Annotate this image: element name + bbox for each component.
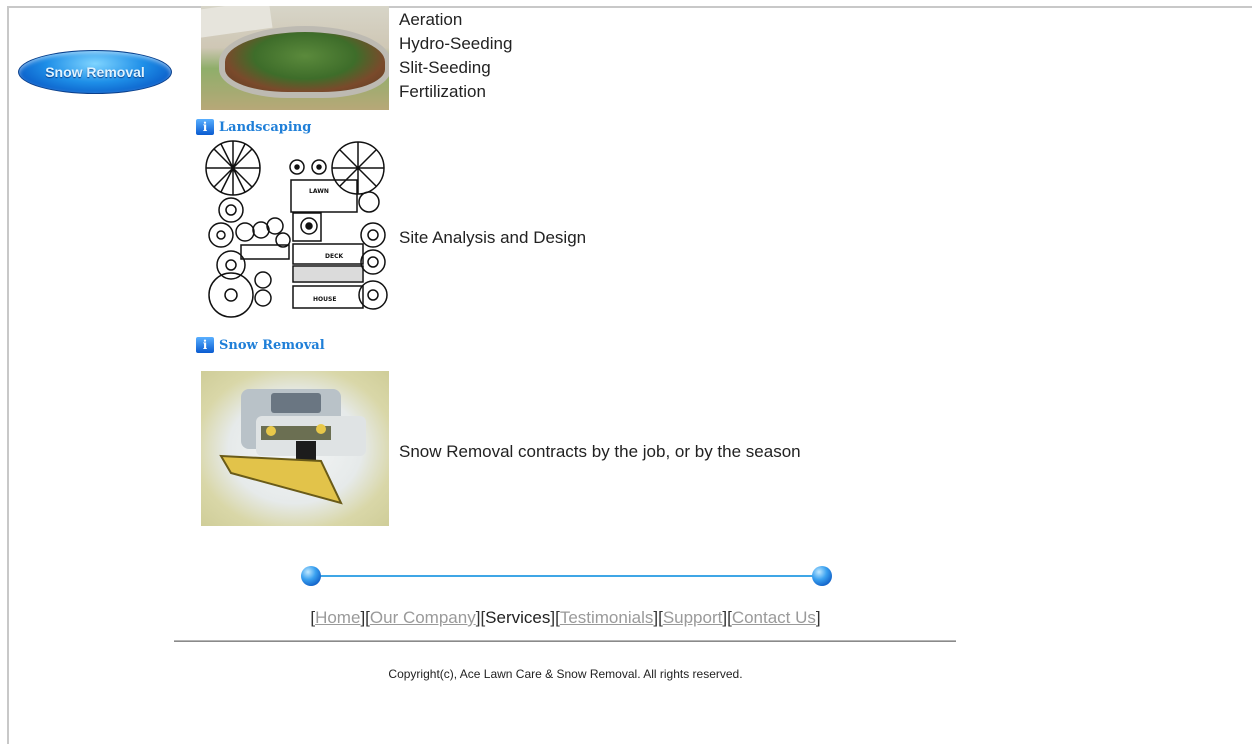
nav-link-testimonials[interactable]: Testimonials: [560, 608, 654, 627]
plan-label-deck: DECK: [325, 253, 343, 260]
snow-plow-truck-image: [201, 371, 389, 526]
nav-link-support[interactable]: Support: [663, 608, 723, 627]
landscape-plan-image: LAWN DECK HOUSE: [201, 140, 389, 330]
nav-current-services: Services: [485, 608, 551, 627]
copyright-text: Copyright(c), Ace Lawn Care & Snow Remov…: [388, 667, 743, 681]
decorative-divider: [311, 575, 822, 577]
garden-bed-image: [201, 6, 389, 110]
landscaping-description: Site Analysis and Design: [399, 228, 587, 247]
footer-nav: [Home][Our Company][Services][Testimonia…: [310, 608, 821, 627]
snow-removal-heading[interactable]: i Snow Removal: [196, 337, 325, 353]
blue-ball-icon: [812, 566, 832, 586]
nav-link-contact-us[interactable]: Contact Us: [732, 608, 816, 627]
info-icon: i: [196, 119, 214, 135]
snow-removal-description: Snow Removal contracts by the job, or by…: [399, 442, 801, 461]
footer-divider: [174, 640, 956, 642]
nav-link-our-company[interactable]: Our Company: [370, 608, 476, 627]
plan-label-house: HOUSE: [313, 296, 336, 303]
landscaping-heading-label: Landscaping: [219, 119, 312, 135]
landscaping-heading[interactable]: i Landscaping: [196, 119, 311, 135]
lawn-item-hydro-seeding: Hydro-Seeding: [399, 34, 513, 53]
snow-removal-nav-button[interactable]: Snow Removal: [18, 50, 172, 94]
info-icon: i: [196, 337, 214, 353]
lawn-item-slit-seeding: Slit-Seeding: [399, 58, 491, 77]
snow-removal-nav-label: Snow Removal: [45, 64, 145, 80]
plan-label-lawn: LAWN: [309, 188, 329, 195]
blue-ball-icon: [301, 566, 321, 586]
lawn-item-aeration: Aeration: [399, 10, 463, 29]
lawn-item-fertilization: Fertilization: [399, 82, 486, 101]
snow-removal-heading-label: Snow Removal: [219, 337, 325, 353]
page-frame: [7, 6, 1252, 744]
nav-link-home[interactable]: Home: [315, 608, 360, 627]
